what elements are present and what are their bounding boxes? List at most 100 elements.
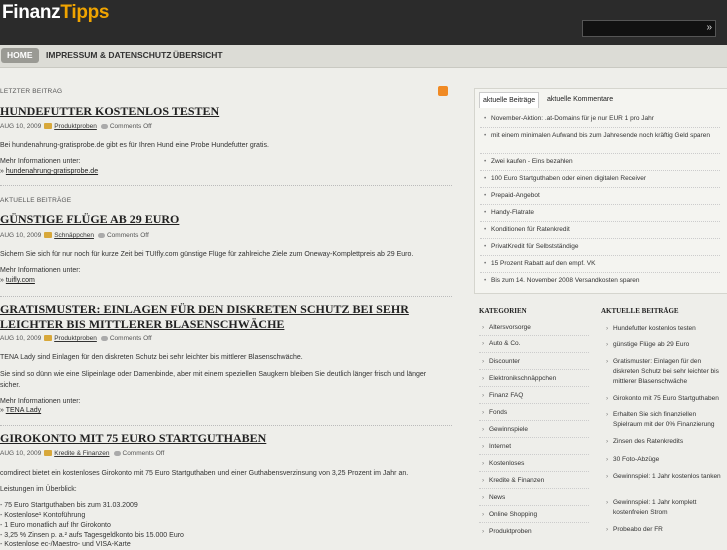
divider — [480, 204, 720, 205]
folder-icon — [44, 123, 53, 130]
post-meta: AUG 10, 2009 Kredite & Finanzen Comments O… — [0, 450, 164, 457]
post-title[interactable]: GRATISMUSTER: EINLAGEN FÜR DEN DISKRETEN… — [0, 302, 430, 332]
category-item[interactable]: Internet — [482, 443, 511, 450]
category-item[interactable]: News — [482, 494, 505, 501]
recent-post-item[interactable]: Zinsen des Ratenkredits — [606, 437, 723, 447]
tab-list-item[interactable]: November-Aktion: .at-Domains für je nur … — [484, 114, 711, 124]
logo-main: Finanz — [2, 2, 61, 23]
post-title[interactable]: GIROKONTO MIT 75 EURO STARTGUTHABEN — [0, 431, 420, 446]
post-comments: Comments Off — [122, 450, 165, 457]
comment-icon — [100, 335, 108, 341]
tab-list-item[interactable]: 15 Prozent Rabatt auf den empf. VK — [484, 259, 711, 269]
post-category[interactable]: Kredite & Finanzen — [54, 450, 109, 457]
folder-icon — [44, 335, 53, 342]
category-item[interactable]: Produktproben — [482, 528, 532, 535]
tab-recent-posts[interactable]: aktuelle Beiträge — [479, 92, 540, 108]
recent-posts-title: AKTUELLE BEITRÄGE — [601, 307, 679, 315]
recent-post-item[interactable]: günstige Flüge ab 29 Euro — [606, 340, 723, 350]
post-title[interactable]: HUNDEFUTTER KOSTENLOS TESTEN — [0, 104, 420, 119]
tab-list-item[interactable]: PrivatKredit für Selbstständige — [484, 242, 711, 252]
tab-list-item[interactable]: Prepaid-Angebot — [484, 191, 711, 201]
category-item[interactable]: Discounter — [482, 358, 520, 365]
divider — [479, 454, 589, 455]
post-meta: AUG 10, 2009 Schnäppchen Comments Off — [0, 232, 149, 239]
comment-icon — [97, 232, 105, 238]
post-text: TENA Lady sind Einlagen für den diskrete… — [0, 354, 303, 361]
tab-list-item[interactable]: Handy-Flatrate — [484, 208, 711, 218]
post-category[interactable]: Produktproben — [54, 123, 97, 130]
tab-recent-comments[interactable]: aktuelle Kommentare — [544, 92, 616, 107]
post-link-line: » hundenahrung-gratisprobe.de — [0, 166, 445, 177]
recent-post-item[interactable]: Probeabo der FR — [606, 525, 723, 535]
divider — [480, 221, 720, 222]
folder-icon — [44, 450, 53, 457]
post-category[interactable]: Produktproben — [54, 335, 97, 342]
tabbed-widget: aktuelle Beiträge aktuelle Kommentare No… — [474, 88, 727, 294]
post-text-2: Sie sind so dünn wie eine Slipeinlage od… — [0, 371, 427, 389]
divider — [479, 505, 589, 506]
tab-list-item[interactable]: Konditionen für Ratenkredit — [484, 225, 711, 235]
site-logo[interactable]: FinanzTipps — [2, 2, 110, 24]
divider — [479, 335, 589, 336]
post-date: AUG 10, 2009 — [0, 123, 42, 130]
divider — [480, 187, 720, 188]
category-item[interactable]: Altersvorsorge — [482, 324, 531, 331]
divider — [479, 352, 589, 353]
category-item[interactable]: Elektronikschnäppchen — [482, 375, 556, 382]
divider — [480, 127, 720, 128]
comment-icon — [100, 123, 108, 129]
divider — [480, 255, 720, 256]
nav-impressum[interactable]: IMPRESSUM & DATENSCHUTZ — [40, 48, 177, 63]
tab-list-item[interactable]: Zwei kaufen - Eins bezahlen — [484, 157, 711, 167]
tab-list-item[interactable]: mit einem minimalen Aufwand bis zum Jahr… — [484, 131, 711, 141]
post-link-line: » TENA Lady — [0, 405, 445, 416]
nav-uebersicht[interactable]: ÜBERSICHT — [167, 48, 229, 63]
category-item[interactable]: Fonds — [482, 409, 507, 416]
divider — [0, 185, 452, 186]
current-posts-label: AKTUELLE BEITRÄGE — [0, 197, 72, 204]
divider — [480, 153, 720, 154]
main-nav: HOME IMPRESSUM & DATENSCHUTZ ÜBERSICHT — [0, 45, 727, 68]
category-item[interactable]: Kostenloses — [482, 460, 525, 467]
nav-home[interactable]: HOME — [1, 48, 39, 63]
post-comments: Comments Off — [106, 232, 149, 239]
post-category[interactable]: Schnäppchen — [54, 232, 94, 239]
category-item[interactable]: Gewinnspiele — [482, 426, 528, 433]
recent-post-item[interactable]: Gratismuster: Einlagen für den diskreten… — [606, 357, 723, 387]
post-link[interactable]: TENA Lady — [6, 407, 41, 414]
search-button[interactable]: » — [706, 22, 712, 33]
recent-post-item[interactable]: Gewinnspiel: 1 Jahr kostenlos tanken — [606, 472, 723, 482]
post-meta: AUG 10, 2009 Produktproben Comments Off — [0, 123, 152, 130]
recent-post-item[interactable]: Girokonto mit 75 Euro Startguthaben — [606, 394, 723, 404]
comment-icon — [113, 450, 121, 456]
post-title[interactable]: GÜNSTIGE FLÜGE AB 29 EURO — [0, 212, 420, 227]
post-link[interactable]: tuifly.com — [6, 277, 35, 284]
rss-icon[interactable] — [438, 86, 448, 96]
category-item[interactable]: Finanz FAQ — [482, 392, 523, 399]
divider — [480, 272, 720, 273]
post-comments: Comments Off — [109, 335, 152, 342]
divider — [479, 522, 589, 523]
post-link[interactable]: hundenahrung-gratisprobe.de — [6, 168, 98, 175]
folder-icon — [44, 232, 53, 239]
categories-title: KATEGORIEN — [479, 307, 527, 315]
divider — [0, 296, 452, 297]
latest-post-label: LETZTER BEITRAG — [0, 88, 63, 95]
recent-post-item[interactable]: Gewinnspiel: 1 Jahr komplett kostenfreie… — [606, 498, 723, 518]
category-item[interactable]: Auto & Co. — [482, 340, 521, 347]
tab-list-item[interactable]: Bis zum 14. November 2008 Versandkosten … — [484, 276, 711, 286]
recent-post-item[interactable]: 30 Foto-Abzüge — [606, 455, 723, 465]
post-comments: Comments Off — [109, 123, 152, 130]
divider — [479, 369, 589, 370]
recent-post-item[interactable]: Hundefutter kostenlos testen — [606, 324, 723, 334]
post-link-line: » tuifly.com — [0, 275, 445, 286]
divider — [0, 425, 452, 426]
divider — [479, 420, 589, 421]
search-input[interactable]: » — [582, 20, 716, 37]
divider — [479, 403, 589, 404]
recent-post-item[interactable]: Erhalten Sie sich finanziellen Spielraum… — [606, 410, 723, 430]
category-item[interactable]: Online Shopping — [482, 511, 537, 518]
category-item[interactable]: Kredite & Finanzen — [482, 477, 544, 484]
logo-accent: Tipps — [60, 2, 110, 23]
tab-list-item[interactable]: 100 Euro Startguthaben oder einen digita… — [484, 174, 711, 184]
